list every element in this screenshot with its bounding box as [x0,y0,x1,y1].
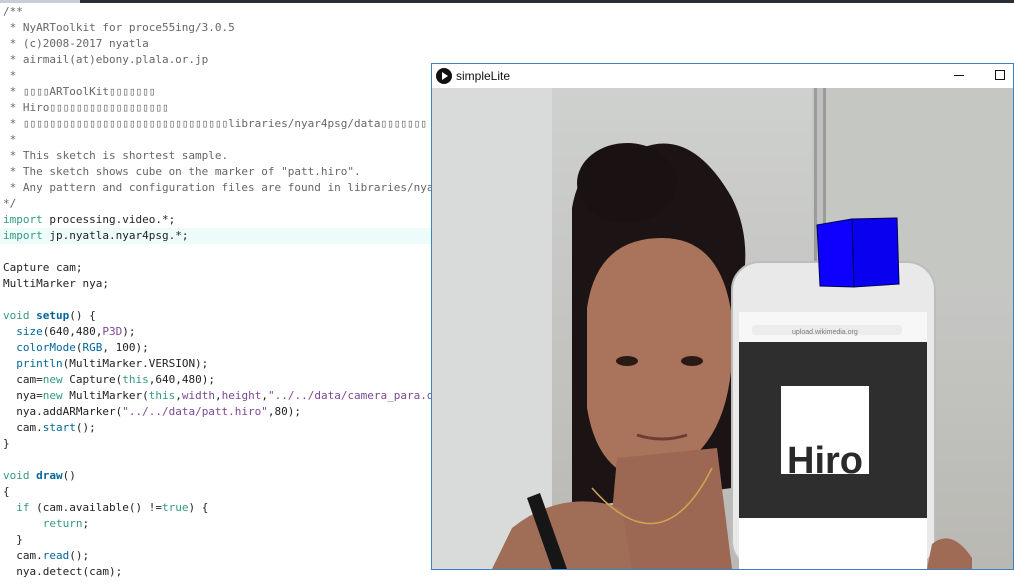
code-token: println [16,357,63,370]
code-token: new [42,389,63,402]
code-token: P3D [102,325,123,338]
code-token: "../../data/patt.hiro" [122,405,268,418]
phone: upload.wikimedia.org Hiro [731,261,936,569]
code-token: , [175,389,182,402]
hiro-marker-text: Hiro [787,440,863,482]
code-token: new [42,373,63,386]
code-token: * This sketch is shortest sample. [3,149,229,162]
code-token: * airmail(at)ebony.plala.or.jp [3,53,209,66]
hair-bun [577,143,677,223]
code-token: true [161,501,189,514]
code-token: import [3,229,43,242]
code-token: * The sketch shows cube on the marker of… [3,165,361,178]
code-token: * ▯▯▯▯▯▯▯▯▯▯▯▯▯▯▯▯▯▯▯▯▯▯▯▯▯▯▯▯▯▯▯librari… [3,117,427,130]
code-token: Capture cam; [3,261,83,274]
code-token: (640,480, [42,325,103,338]
code-token: (MultiMarker.VERSION); [62,357,209,370]
code-token: read [42,549,70,562]
code-token: void [3,309,30,322]
code-token: } [3,533,23,546]
ar-cube [816,217,900,288]
code-token: * [3,133,17,146]
code-token: () [62,469,76,482]
code-token: draw [36,469,63,482]
code-token: Capture( [62,373,123,386]
code-token: height [221,389,262,402]
code-token: } [3,437,10,450]
code-token: (cam.available() != [29,501,162,514]
code-token: * NyARToolkit for proce55ing/3.0.5 [3,21,235,34]
code-line[interactable]: * (c)2008-2017 nyatla [0,36,1014,52]
editor-tab[interactable] [0,0,80,3]
code-token: width [181,389,215,402]
window-title: simpleLite [456,69,511,83]
code-token: , 100); [102,341,149,354]
code-token: */ [3,197,17,210]
code-token: ) { [188,501,209,514]
phone-url: upload.wikimedia.org [792,329,858,336]
code-token: void [3,469,30,482]
code-token: * [3,69,17,82]
code-token: () { [69,309,96,322]
code-token: MultiMarker nya; [3,277,109,290]
code-token: jp.nyatla.nyar4psg.*; [42,229,189,242]
code-token: ; [82,517,90,530]
code-token: setup [36,309,70,322]
right-eye [681,356,703,366]
code-token: ,640,480); [148,373,215,386]
code-token: , [214,389,222,402]
code-token: cam. [3,549,43,562]
code-token: MultiMarker( [62,389,149,402]
window-titlebar[interactable]: simpleLite [432,64,1013,88]
code-token: * Any pattern and configuration files ar… [3,181,500,194]
code-token: return [42,517,83,530]
code-token: (); [75,421,96,434]
code-token: * Hiro▯▯▯▯▯▯▯▯▯▯▯▯▯▯▯▯▯▯ [3,101,169,114]
maximize-button[interactable] [987,64,1013,88]
code-token: (); [69,549,90,562]
camera-feed: upload.wikimedia.org Hiro [432,88,1013,569]
left-eye [616,356,638,366]
code-token: ,80); [267,405,302,418]
code-token: "../../data/camera_para.dat" [267,389,454,402]
code-token: nya.addARMarker( [3,405,123,418]
code-token: import [3,213,43,226]
code-token: size [16,325,43,338]
code-token: /** [3,5,23,18]
code-token: colorMode [16,341,76,354]
code-line[interactable]: * NyARToolkit for proce55ing/3.0.5 [0,20,1014,36]
code-line[interactable]: /** [0,4,1014,20]
code-token: * ▯▯▯▯ARToolKit▯▯▯▯▯▯▯ [3,85,156,98]
code-token: * (c)2008-2017 nyatla [3,37,149,50]
sketch-window[interactable]: simpleLite upload.wikimedia.org Hiro [431,63,1014,570]
code-token: this [122,373,149,386]
code-token: nya.detect(cam); [3,565,123,578]
code-token: , [261,389,268,402]
code-token: cam= [3,373,43,386]
minimize-button[interactable] [944,64,974,88]
code-token: RGB [82,341,103,354]
code-token: ); [122,325,136,338]
code-token: processing.video.*; [42,213,176,226]
code-token: start [42,421,76,434]
code-token: cam. [3,421,43,434]
play-icon [436,68,452,84]
code-token: nya= [3,389,43,402]
editor-tab-strip [0,0,1014,3]
code-token: if [16,501,30,514]
code-token: this [148,389,176,402]
code-token: { [3,485,10,498]
